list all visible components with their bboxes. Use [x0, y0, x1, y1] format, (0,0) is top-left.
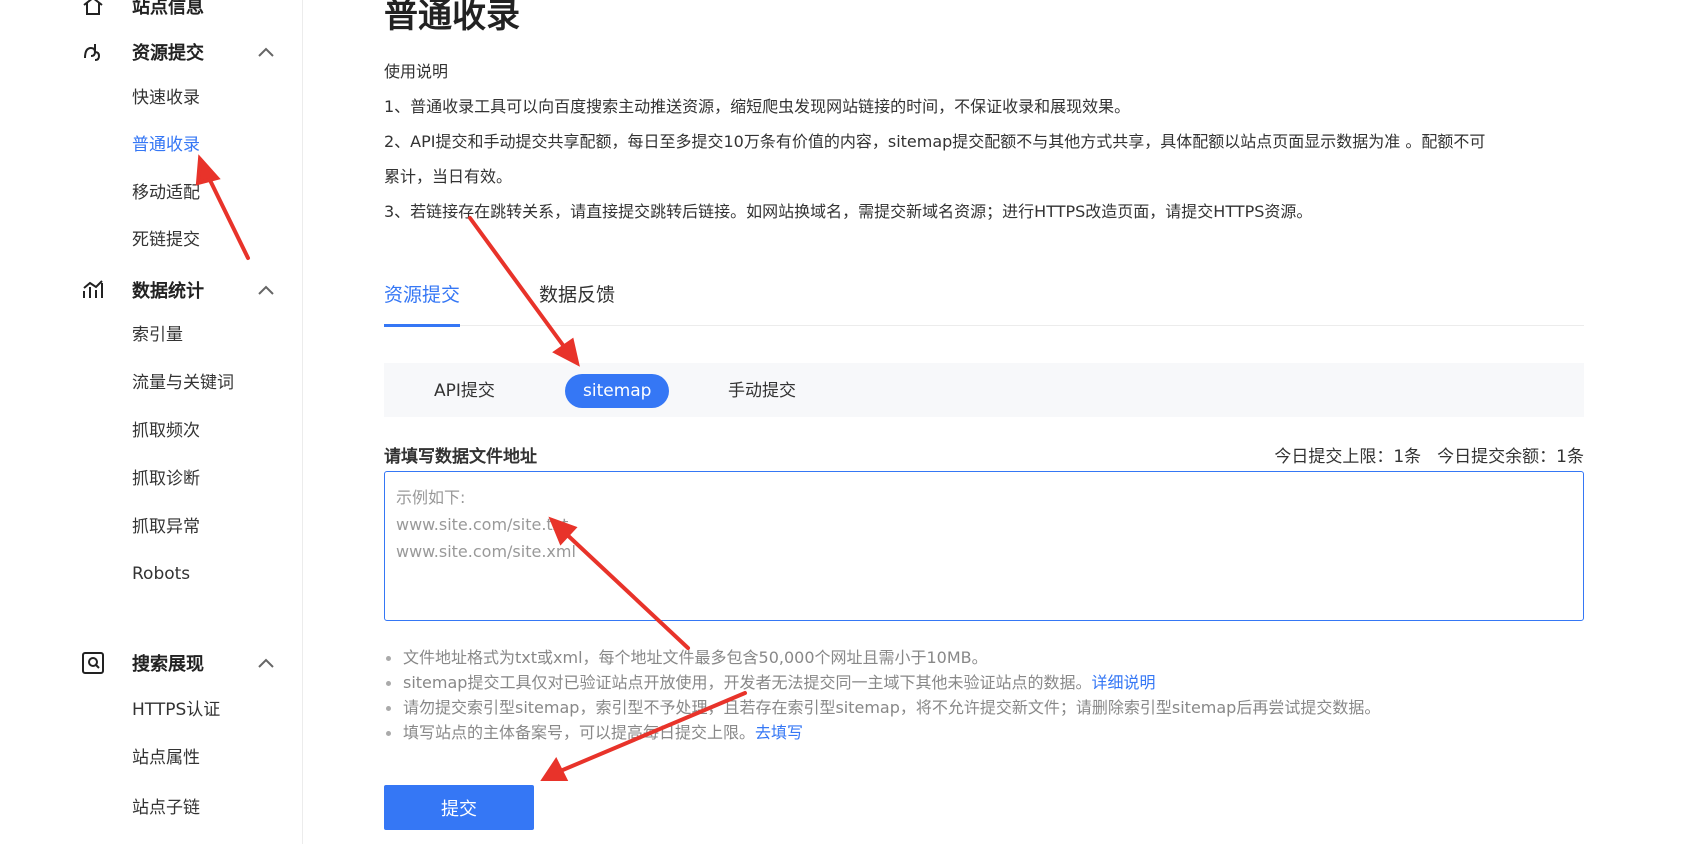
quota-info: 今日提交上限：1条 今日提交余额：1条 [1274, 442, 1584, 467]
sidebar-item-https-cert[interactable]: HTTPS认证 [132, 697, 220, 723]
sidebar-item-crawl-errors[interactable]: 抓取异常 [132, 514, 200, 540]
method-sitemap[interactable]: sitemap [565, 374, 670, 408]
field-label: 请填写数据文件地址 [384, 447, 537, 467]
sidebar-section-search-display[interactable]: 搜索展现 [80, 648, 204, 678]
placeholder-line: www.site.com/site.txt [396, 515, 569, 534]
arrowhead [552, 337, 580, 367]
sidebar-item-index-volume[interactable]: 索引量 [132, 322, 183, 348]
quota-limit: 今日提交上限：1条 [1274, 447, 1422, 467]
sidebar-item-crawl-diagnosis[interactable]: 抓取诊断 [132, 466, 200, 492]
resource-submit-icon [80, 39, 106, 65]
tab-data-feedback[interactable]: 数据反馈 [539, 280, 615, 326]
submit-button[interactable]: 提交 [384, 785, 534, 830]
sidebar-item-site-info[interactable]: 站点信息 [80, 0, 204, 21]
sidebar-section-data-stats[interactable]: 数据统计 [80, 275, 204, 305]
sidebar-item-normal-index[interactable]: 普通收录 [132, 132, 200, 158]
method-api[interactable]: API提交 [434, 374, 495, 408]
tab-bar: 资源提交 数据反馈 [384, 272, 1584, 327]
sidebar-item-site-attributes[interactable]: 站点属性 [132, 745, 200, 771]
arrowhead [540, 757, 569, 781]
sidebar-item-traffic-keywords[interactable]: 流量与关键词 [132, 370, 234, 396]
chevron-up-icon[interactable] [256, 653, 276, 673]
chevron-up-icon[interactable] [256, 42, 276, 62]
sidebar-item-dead-link[interactable]: 死链提交 [132, 227, 200, 253]
sitemap-url-input[interactable]: 示例如下: www.site.com/site.txt www.site.com… [384, 471, 1584, 621]
instructions-line: 1、普通收录工具可以向百度搜索主动推送资源，缩短爬虫发现网站链接的时间，不保证收… [384, 97, 1131, 116]
sidebar-item-site-sublinks[interactable]: 站点子链 [132, 795, 200, 821]
stats-chart-icon [80, 277, 106, 303]
sidebar-section-resource-submit[interactable]: 资源提交 [80, 37, 204, 67]
search-display-icon [80, 650, 106, 676]
placeholder-line: www.site.com/site.xml [396, 542, 576, 561]
tab-resource-submit[interactable]: 资源提交 [384, 280, 461, 327]
sidebar-item-quick-index[interactable]: 快速收录 [132, 85, 200, 111]
placeholder-line: 示例如下: [396, 488, 466, 507]
sidebar-section-label: 搜索展现 [132, 654, 204, 675]
sidebar-item-label: 站点信息 [132, 0, 204, 18]
instructions-line: 3、若链接存在跳转关系，请直接提交跳转后链接。如网站换域名，需提交新域名资源；进… [384, 202, 1313, 221]
sidebar-section-label: 数据统计 [132, 281, 204, 302]
quota-remaining: 今日提交余额：1条 [1437, 447, 1584, 467]
submit-method-selector: API提交 sitemap 手动提交 [384, 363, 1584, 417]
sidebar: 站点信息 资源提交 快速收录 普通收录 移动适配 死链提交 数据统计 索引量 流… [0, 0, 303, 844]
chevron-up-icon[interactable] [256, 280, 276, 300]
instructions-line: 2、API提交和手动提交共享配额，每日至多提交10万条有价值的内容，sitema… [384, 132, 1486, 151]
note-item: sitemap提交工具仅对已验证站点开放使用，开发者无法提交同一主域下其他未验证… [384, 670, 1584, 695]
sidebar-item-mobile-adapt[interactable]: 移动适配 [132, 180, 200, 206]
detail-link[interactable]: 详细说明 [1091, 673, 1155, 692]
sidebar-item-crawl-frequency[interactable]: 抓取频次 [132, 418, 200, 444]
instructions-line: 累计，当日有效。 [384, 167, 513, 186]
fill-in-link[interactable]: 去填写 [755, 723, 803, 742]
page-title: 普通收录 [384, 0, 520, 36]
sidebar-item-robots[interactable]: Robots [132, 561, 190, 587]
note-item: 文件地址格式为txt或xml，每个地址文件最多包含50,000个网址且需小于10… [384, 645, 1584, 670]
notes-list: 文件地址格式为txt或xml，每个地址文件最多包含50,000个网址且需小于10… [384, 645, 1584, 745]
note-item: 填写站点的主体备案号，可以提高每日提交上限。去填写 [384, 720, 1584, 745]
note-item: 请勿提交索引型sitemap，索引型不予处理，且若存在索引型sitemap，将不… [384, 695, 1584, 720]
home-icon [80, 0, 106, 19]
method-manual[interactable]: 手动提交 [728, 374, 796, 408]
instructions-heading: 使用说明 [384, 62, 449, 81]
sidebar-section-label: 资源提交 [132, 43, 204, 64]
